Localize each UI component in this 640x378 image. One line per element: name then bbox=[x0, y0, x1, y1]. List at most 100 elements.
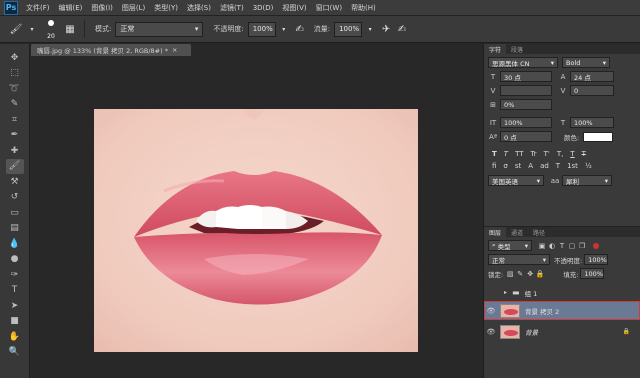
pressure-size-icon[interactable]: ✍ bbox=[394, 21, 410, 37]
fractions-button[interactable]: ½ bbox=[585, 162, 592, 170]
layer-background[interactable]: 👁 背景 🔒 bbox=[484, 322, 640, 341]
visibility-eye-icon[interactable]: 👁 bbox=[484, 307, 498, 315]
menu-edit[interactable]: 编辑(E) bbox=[59, 3, 83, 13]
font-size-field[interactable]: 30 点 bbox=[500, 71, 552, 82]
ligature-button[interactable]: fi bbox=[492, 162, 496, 170]
type-tool-icon[interactable]: T bbox=[6, 283, 24, 299]
filter-toggle-icon[interactable] bbox=[593, 242, 599, 249]
superscript-button[interactable]: T' bbox=[544, 150, 550, 158]
antialias-select[interactable]: 犀利 ▾ bbox=[562, 175, 612, 186]
titling-alt-button[interactable]: T bbox=[556, 162, 560, 170]
menu-type[interactable]: 类型(Y) bbox=[154, 3, 178, 13]
font-family-select[interactable]: 思源黑体 CN ▾ bbox=[488, 57, 558, 68]
eraser-tool-icon[interactable]: ▭ bbox=[6, 205, 24, 221]
layer-group[interactable]: ▸ ▬ 组 1 bbox=[484, 286, 640, 299]
blend-mode-select[interactable]: 正常 ▾ bbox=[488, 254, 550, 265]
pressure-opacity-icon[interactable]: ✍ bbox=[292, 21, 308, 37]
contextual-alt-button[interactable]: σ bbox=[503, 162, 507, 170]
chevron-down-icon[interactable]: ▾ bbox=[24, 21, 40, 37]
history-brush-tool-icon[interactable]: ↺ bbox=[6, 190, 24, 206]
horizontal-scale-field[interactable]: 100% bbox=[570, 117, 614, 128]
healing-tool-icon[interactable]: ✚ bbox=[6, 143, 24, 159]
gradient-tool-icon[interactable]: ▤ bbox=[6, 221, 24, 237]
filter-pixel-icon[interactable]: ▣ bbox=[537, 242, 547, 250]
menu-select[interactable]: 选择(S) bbox=[187, 3, 211, 13]
faux-italic-button[interactable]: T bbox=[504, 150, 508, 158]
close-icon[interactable]: × bbox=[172, 46, 177, 54]
shape-tool-icon[interactable]: ■ bbox=[6, 314, 24, 330]
hand-tool-icon[interactable]: ✋ bbox=[6, 329, 24, 345]
brush-tool-icon[interactable]: 🖌 bbox=[5, 158, 24, 174]
menu-window[interactable]: 窗口(W) bbox=[316, 3, 342, 13]
chevron-down-icon[interactable]: ▾ bbox=[276, 21, 292, 37]
lasso-tool-icon[interactable]: ➰ bbox=[6, 81, 24, 97]
filter-adjustment-icon[interactable]: ◐ bbox=[547, 242, 557, 250]
marquee-tool-icon[interactable]: ⬚ bbox=[6, 66, 24, 82]
lock-image-icon[interactable]: ✎ bbox=[515, 270, 525, 278]
layer-selected[interactable]: 👁 背景 拷贝 2 bbox=[484, 301, 640, 320]
text-color-swatch[interactable] bbox=[583, 131, 614, 142]
kerning-field[interactable] bbox=[500, 85, 552, 96]
ordinals-button[interactable]: 1st bbox=[567, 162, 578, 170]
menu-3d[interactable]: 3D(D) bbox=[253, 4, 274, 12]
menu-layer[interactable]: 图层(L) bbox=[122, 3, 145, 13]
brush-size-picker[interactable]: 20 bbox=[40, 18, 62, 40]
filter-smart-icon[interactable]: ❐ bbox=[577, 242, 587, 250]
image-canvas[interactable] bbox=[94, 109, 418, 352]
layer-filter-select[interactable]: ⌕ 类型 ▾ bbox=[488, 240, 532, 251]
mode-select[interactable]: 正常 ▾ bbox=[115, 21, 204, 37]
lock-position-icon[interactable]: ✥ bbox=[525, 270, 535, 278]
font-style-select[interactable]: Bold ▾ bbox=[562, 57, 610, 68]
fill-field[interactable]: 100% bbox=[580, 268, 605, 279]
layer-opacity-field[interactable]: 100% bbox=[584, 254, 609, 265]
chevron-down-icon[interactable]: ▾ bbox=[362, 21, 378, 37]
menu-image[interactable]: 图像(I) bbox=[91, 3, 113, 13]
all-caps-button[interactable]: TT bbox=[515, 150, 523, 158]
dodge-tool-icon[interactable]: ● bbox=[6, 252, 24, 268]
menu-filter[interactable]: 滤镜(T) bbox=[220, 3, 244, 13]
menu-file[interactable]: 文件(F) bbox=[26, 3, 50, 13]
pen-tool-icon[interactable]: ✑ bbox=[6, 267, 24, 283]
strikethrough-button[interactable]: T bbox=[582, 150, 586, 158]
tab-paragraph[interactable]: 段落 bbox=[506, 44, 528, 54]
stylistic-alt-button[interactable]: ad bbox=[540, 162, 549, 170]
tab-channels[interactable]: 通道 bbox=[506, 227, 528, 237]
menu-help[interactable]: 帮助(H) bbox=[351, 3, 376, 13]
faux-bold-button[interactable]: T bbox=[492, 150, 497, 158]
lock-all-icon[interactable]: 🔒 bbox=[535, 270, 545, 278]
move-tool-icon[interactable]: ✥ bbox=[6, 50, 24, 66]
clone-stamp-tool-icon[interactable]: ⚒ bbox=[6, 174, 24, 190]
document-tab[interactable]: 嘴唇.jpg @ 133% (背景 拷贝 2, RGB/8#) * × bbox=[31, 44, 191, 56]
path-select-tool-icon[interactable]: ➤ bbox=[6, 298, 24, 314]
brush-tool-icon[interactable]: 🖌 bbox=[8, 21, 24, 37]
zoom-tool-icon[interactable]: 🔍 bbox=[6, 345, 24, 361]
menu-view[interactable]: 视图(V) bbox=[282, 3, 306, 13]
eyedropper-tool-icon[interactable]: ✒ bbox=[6, 128, 24, 144]
airbrush-icon[interactable]: ✈ bbox=[378, 21, 394, 37]
tracking-field[interactable]: 0 bbox=[570, 85, 614, 96]
baseline-shift-field[interactable]: 0 点 bbox=[500, 131, 552, 142]
subscript-button[interactable]: T, bbox=[557, 150, 564, 158]
blur-tool-icon[interactable]: 💧 bbox=[6, 236, 24, 252]
tab-paths[interactable]: 路径 bbox=[528, 227, 550, 237]
language-select[interactable]: 美国英语 ▾ bbox=[488, 175, 544, 186]
leading-field[interactable]: 24 点 bbox=[570, 71, 614, 82]
visibility-eye-icon[interactable]: 👁 bbox=[484, 328, 498, 336]
brush-panel-toggle-icon[interactable]: ▦ bbox=[62, 21, 78, 37]
lock-transparent-icon[interactable]: ▨ bbox=[505, 270, 515, 278]
vertical-scale-field[interactable]: 100% bbox=[500, 117, 552, 128]
quick-select-tool-icon[interactable]: ✎ bbox=[6, 97, 24, 113]
tab-character[interactable]: 字符 bbox=[484, 44, 507, 54]
filter-shape-icon[interactable]: ▢ bbox=[567, 242, 577, 250]
tab-layers[interactable]: 图层 bbox=[484, 227, 507, 237]
filter-type-icon[interactable]: T bbox=[557, 242, 567, 250]
underline-button[interactable]: T bbox=[570, 150, 574, 158]
opacity-field[interactable]: 100% bbox=[247, 21, 276, 37]
crop-tool-icon[interactable]: ⌗ bbox=[6, 112, 24, 128]
expand-arrow-icon[interactable]: ▸ bbox=[504, 289, 507, 296]
tsume-field[interactable]: 0% bbox=[500, 99, 552, 110]
flow-field[interactable]: 100% bbox=[334, 21, 363, 37]
discretionary-ligature-button[interactable]: st bbox=[515, 162, 521, 170]
small-caps-button[interactable]: Tr bbox=[531, 150, 537, 158]
swash-button[interactable]: A bbox=[528, 162, 533, 170]
